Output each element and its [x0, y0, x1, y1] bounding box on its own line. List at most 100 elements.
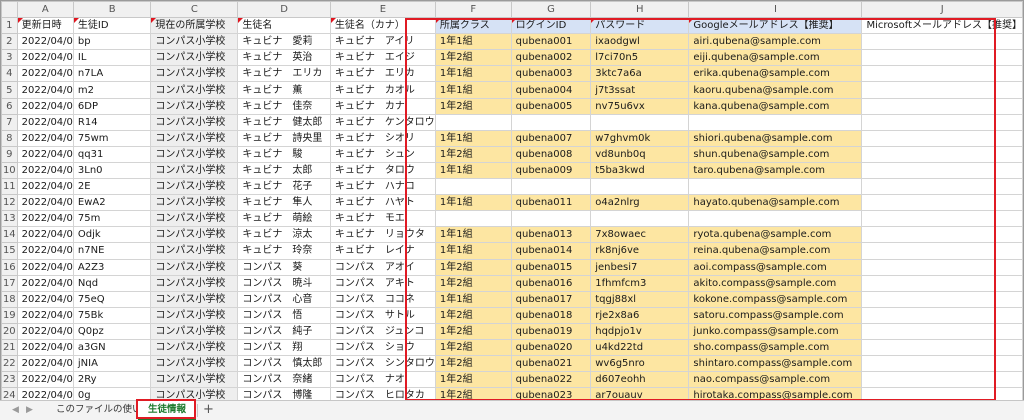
cell[interactable] — [688, 113, 863, 131]
cell[interactable]: 3Ln0 — [72, 161, 152, 180]
cell[interactable]: qubena011 — [510, 194, 592, 212]
column-header-b[interactable]: B — [72, 1, 152, 19]
cell[interactable]: 2022/04/0 — [16, 33, 74, 51]
row-header[interactable]: 18 — [1, 290, 18, 308]
header-cell[interactable]: ログインID — [510, 17, 592, 35]
cell[interactable]: コンパス 慎太郎 — [237, 355, 331, 373]
cell[interactable] — [861, 355, 1023, 373]
select-all-corner[interactable] — [1, 1, 18, 19]
cell[interactable]: aoi.compass@sample.com — [688, 258, 863, 276]
cell[interactable] — [861, 226, 1023, 244]
cell[interactable]: qubena016 — [510, 274, 592, 292]
cell[interactable]: nv75u6vx — [590, 97, 690, 115]
cell[interactable]: l7ci70n5 — [590, 49, 690, 67]
cell[interactable]: キュビナ ハヤト — [329, 194, 436, 212]
row-header[interactable]: 4 — [1, 65, 18, 83]
cell[interactable]: 1年2組 — [434, 322, 512, 340]
cell[interactable]: 1年2組 — [434, 258, 512, 276]
cell[interactable]: qubena009 — [510, 161, 592, 180]
cell[interactable]: a3GN — [72, 338, 152, 357]
cell[interactable]: キュビナ シオリ — [329, 129, 436, 147]
column-header-d[interactable]: D — [237, 1, 331, 19]
cell[interactable]: 2022/04/0 — [16, 129, 74, 147]
cell[interactable]: 0g — [72, 387, 152, 400]
cell[interactable]: コンパス 暁斗 — [237, 274, 331, 292]
cell[interactable]: o4a2nlrg — [590, 194, 690, 212]
cell[interactable]: コンパス小学校 — [150, 33, 239, 51]
cell[interactable] — [861, 113, 1023, 131]
row-header[interactable]: 21 — [1, 338, 18, 357]
column-header-j[interactable]: J — [861, 1, 1023, 19]
cell[interactable]: 2022/04/0 — [16, 65, 74, 83]
cell[interactable]: コンパス小学校 — [150, 210, 239, 228]
header-cell[interactable]: 生徒ID — [72, 17, 152, 35]
cell[interactable]: キュビナ カオル — [329, 81, 436, 99]
cell[interactable]: 1年2組 — [434, 371, 512, 389]
cell[interactable]: 75Bk — [72, 306, 152, 324]
cell[interactable]: コンパス ナオ — [329, 371, 436, 389]
header-cell[interactable]: Googleメールアドレス【推奨】 — [688, 17, 863, 35]
cell[interactable]: コンパス小学校 — [150, 178, 239, 196]
cell[interactable]: 2Ry — [72, 371, 152, 389]
column-header-c[interactable]: C — [150, 1, 239, 19]
cell[interactable]: キュビナ モエ — [329, 210, 436, 228]
cell[interactable]: hirotaka.compass@sample.com — [688, 387, 863, 400]
cell[interactable]: hayato.qubena@sample.com — [688, 194, 863, 212]
cell[interactable] — [688, 178, 863, 196]
spreadsheet-grid[interactable]: ABCDEFGHIJ 1 更新日時 生徒ID 現在の所属学校 生徒名 生徒名（カナ） 所属ク… — [0, 0, 1024, 400]
cell[interactable]: kana.qubena@sample.com — [688, 97, 863, 115]
cell[interactable]: キュビナ リョウタ — [329, 226, 436, 244]
cell[interactable]: vd8unb0q — [590, 145, 690, 163]
cell[interactable] — [861, 145, 1023, 163]
header-cell[interactable]: 生徒名 — [237, 17, 331, 35]
cell[interactable]: reina.qubena@sample.com — [688, 242, 863, 260]
cell[interactable]: 1年1組 — [434, 290, 512, 308]
cell[interactable]: キュビナ シュン — [329, 145, 436, 163]
cell[interactable]: t5ba3kwd — [590, 161, 690, 180]
column-header-e[interactable]: E — [329, 1, 436, 19]
cell[interactable]: コンパス 翔 — [237, 338, 331, 357]
row-header[interactable]: 9 — [1, 145, 18, 163]
cell[interactable]: コンパス小学校 — [150, 274, 239, 292]
cell[interactable] — [590, 178, 690, 196]
cell[interactable]: キュビナ 健太郎 — [237, 113, 331, 131]
cell[interactable]: qubena020 — [510, 338, 592, 357]
cell[interactable]: Odjk — [72, 226, 152, 244]
cell[interactable] — [861, 258, 1023, 276]
cell[interactable]: 1年1組 — [434, 226, 512, 244]
header-cell[interactable]: パスワード — [590, 17, 690, 35]
cell[interactable] — [861, 81, 1023, 99]
cell[interactable]: 2022/04/0 — [16, 274, 74, 292]
cell[interactable]: コンパス小学校 — [150, 49, 239, 67]
cell[interactable]: キュビナ 涼太 — [237, 226, 331, 244]
cell[interactable]: 1年2組 — [434, 387, 512, 400]
cell[interactable]: キュビナ 愛莉 — [237, 33, 331, 51]
cell[interactable]: A2Z3 — [72, 258, 152, 276]
cell[interactable]: キュビナ 隼人 — [237, 194, 331, 212]
row-header[interactable]: 8 — [1, 129, 18, 147]
cell[interactable] — [861, 371, 1023, 389]
cell[interactable]: コンパス小学校 — [150, 226, 239, 244]
cell[interactable]: qubena017 — [510, 290, 592, 308]
cell[interactable]: rje2x8a6 — [590, 306, 690, 324]
cell[interactable]: 1年1組 — [434, 194, 512, 212]
sheet-tab-student-info[interactable]: 生徒情報 — [138, 401, 197, 420]
cell[interactable]: u4kd22td — [590, 338, 690, 357]
cell[interactable]: コンパス ヒロタカ — [329, 387, 436, 400]
cell[interactable] — [510, 178, 592, 196]
cell[interactable]: 2022/04/0 — [16, 355, 74, 373]
cell[interactable]: 1fhmfcm3 — [590, 274, 690, 292]
cell[interactable]: 1年1組 — [434, 129, 512, 147]
cell[interactable]: jenbesi7 — [590, 258, 690, 276]
cell[interactable]: 1年2組 — [434, 274, 512, 292]
cell[interactable] — [861, 65, 1023, 83]
cell[interactable]: 1年2組 — [434, 355, 512, 373]
cell[interactable]: n7NE — [72, 242, 152, 260]
cell[interactable]: コンパス小学校 — [150, 371, 239, 389]
cell[interactable] — [434, 210, 512, 228]
cell[interactable] — [861, 97, 1023, 115]
cell[interactable]: 2022/04/0 — [16, 387, 74, 400]
cell[interactable]: qubena021 — [510, 355, 592, 373]
cell[interactable]: 2022/04/0 — [16, 194, 74, 212]
row-header[interactable]: 22 — [1, 355, 18, 373]
